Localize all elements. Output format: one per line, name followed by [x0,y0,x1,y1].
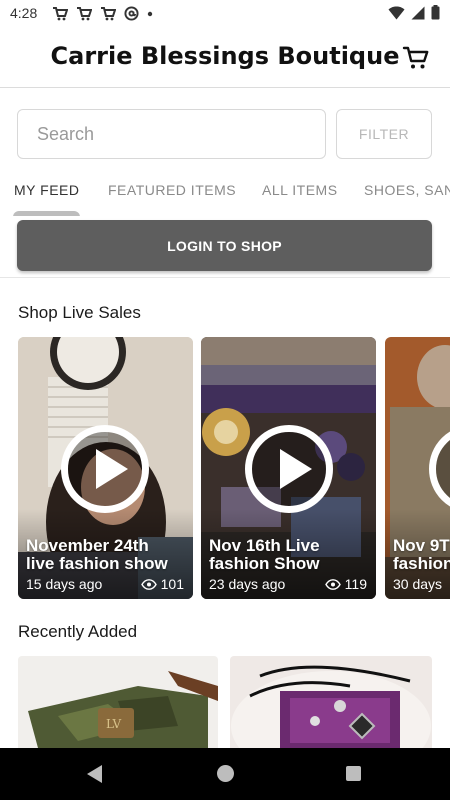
live-sale-card[interactable]: November 24th live fashion show 15 days … [18,337,193,599]
filter-button[interactable]: FILTER [336,109,432,159]
cart-notification-icon [53,6,68,20]
live-sale-title: Nov 9T fashion [393,536,450,573]
play-icon[interactable] [61,425,149,513]
login-bar: LOGIN TO SHOP [0,216,450,278]
home-icon[interactable] [217,765,234,782]
live-sale-card[interactable]: Nov 9T fashion 30 days [385,337,450,599]
category-tabs: MY FEED FEATURED ITEMS ALL ITEMS SHOES, … [0,176,450,216]
battery-icon [431,5,440,20]
store-title: Carrie Blessings Boutique [50,42,400,70]
view-count: 101 [160,576,184,592]
system-icons [388,5,440,20]
recent-item-card[interactable] [230,656,432,748]
live-sales-heading: Shop Live Sales [18,303,141,322]
live-sale-age: 30 days [393,576,443,592]
tab-shoes-sandals[interactable]: SHOES, SAN [364,182,450,198]
recent-item-card[interactable]: LV [18,656,218,748]
live-sale-age: 23 days ago [209,576,286,592]
recent-apps-icon[interactable] [346,766,361,781]
eye-icon [324,578,341,590]
live-sale-views: 119 [324,576,367,592]
live-sale-title: November 24th live fashion show [26,536,168,573]
live-sale-views: 101 [140,576,184,592]
app-header: Carrie Blessings Boutique [0,28,450,88]
recently-added-heading: Recently Added [18,622,138,641]
search-row: FILTER [0,88,450,176]
play-icon[interactable] [245,425,333,513]
view-count: 119 [344,576,367,592]
system-nav-bar [0,748,450,800]
cart-notification-icon [77,6,92,20]
tab-featured-items[interactable]: FEATURED ITEMS [108,182,236,198]
live-sale-card[interactable]: Nov 16th Live fashion Show 23 days ago 1… [201,337,376,599]
at-sign-icon [124,6,139,21]
tab-my-feed[interactable]: MY FEED [14,182,79,198]
live-sale-age: 15 days ago [26,576,103,592]
recent-item-image [230,656,432,748]
notification-icons [52,6,153,21]
shopping-cart-icon[interactable] [402,44,430,72]
dot-icon [147,11,153,16]
tab-all-items[interactable]: ALL ITEMS [262,182,338,198]
app-screen: 4:28 Carrie Blessings Boutique FILTER MY… [0,0,450,800]
recent-item-image: LV [18,656,218,748]
live-sale-title: Nov 16th Live fashion Show [209,536,320,573]
eye-icon [140,578,157,590]
cart-notification-icon [101,6,116,20]
status-bar: 4:28 [0,0,450,28]
status-time: 4:28 [10,5,38,21]
search-input[interactable] [17,109,326,159]
back-icon[interactable] [87,765,102,783]
login-to-shop-button[interactable]: LOGIN TO SHOP [17,220,432,271]
svg-text:LV: LV [106,717,122,731]
wifi-icon [388,6,405,19]
cell-signal-icon [411,6,425,19]
